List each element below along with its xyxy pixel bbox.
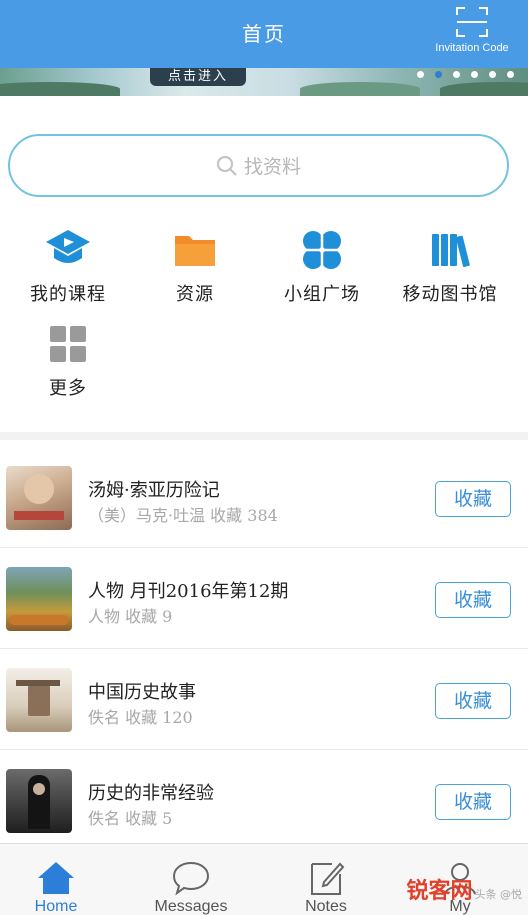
book-cover xyxy=(6,668,72,732)
scan-icon xyxy=(455,6,489,38)
list-item[interactable]: 人物 月刊2016年第12期 人物 收藏 9 收藏 xyxy=(0,549,528,649)
banner-pager xyxy=(417,71,514,78)
chat-icon xyxy=(171,858,211,898)
search-placeholder: 找资料 xyxy=(243,156,301,178)
item-title: 人物 月刊2016年第12期 xyxy=(88,581,289,602)
banner-carousel[interactable]: 点击进入 xyxy=(0,68,528,96)
item-meta: 佚名 收藏 120 xyxy=(88,708,193,727)
pager-dot[interactable] xyxy=(471,71,478,78)
grid-label: 资源 xyxy=(176,284,214,305)
note-icon xyxy=(306,858,346,898)
item-title: 历史的非常经验 xyxy=(88,783,214,804)
tab-label: Home xyxy=(34,898,78,915)
course-icon xyxy=(44,226,92,274)
pager-dot[interactable] xyxy=(489,71,496,78)
bottom-tab-bar: Home Messages Notes My 锐客网 头条 @悦 xyxy=(0,843,528,915)
list-item[interactable]: 汤姆·索亚历险记 （美）马克·吐温 收藏 384 收藏 xyxy=(0,448,528,548)
book-cover xyxy=(6,567,72,631)
folder-icon xyxy=(171,226,219,274)
banner-enter-button[interactable]: 点击进入 xyxy=(150,68,246,86)
book-cover xyxy=(6,466,72,530)
pager-dot[interactable] xyxy=(453,71,460,78)
favorite-button[interactable]: 收藏 xyxy=(435,683,511,719)
library-icon xyxy=(426,226,474,274)
item-title: 汤姆·索亚历险记 xyxy=(88,480,220,501)
search-input[interactable]: 找资料 xyxy=(8,134,509,197)
favorite-button[interactable]: 收藏 xyxy=(435,582,511,618)
grid-item-resources[interactable]: 资源 xyxy=(129,226,261,306)
grid-item-more[interactable]: 更多 xyxy=(2,320,134,400)
section-divider xyxy=(0,432,528,440)
favorite-button[interactable]: 收藏 xyxy=(435,784,511,820)
list-item[interactable]: 历史的非常经验 佚名 收藏 5 收藏 xyxy=(0,751,528,851)
tab-messages[interactable]: Messages xyxy=(125,844,257,915)
favorite-button[interactable]: 收藏 xyxy=(435,481,511,517)
list-item[interactable]: 中国历史故事 佚名 收藏 120 收藏 xyxy=(0,650,528,750)
tab-label: Notes xyxy=(305,898,347,915)
tab-label: Messages xyxy=(154,898,228,915)
item-title: 中国历史故事 xyxy=(88,682,196,703)
invitation-code-button[interactable]: Invitation Code xyxy=(430,6,514,54)
search-icon xyxy=(216,155,237,176)
grid-label: 更多 xyxy=(49,378,87,399)
more-grid-icon xyxy=(44,320,92,368)
item-meta: 佚名 收藏 5 xyxy=(88,809,173,828)
grid-item-my-courses[interactable]: 我的课程 xyxy=(2,226,134,306)
pager-dot[interactable] xyxy=(507,71,514,78)
item-meta: 人物 收藏 9 xyxy=(88,607,173,626)
group-icon xyxy=(298,226,346,274)
grid-item-mobile-library[interactable]: 移动图书馆 xyxy=(384,226,516,306)
pager-dot-active[interactable] xyxy=(435,71,442,78)
grid-item-group-square[interactable]: 小组广场 xyxy=(256,226,388,306)
home-icon xyxy=(36,858,76,898)
invitation-code-label: Invitation Code xyxy=(435,42,509,54)
tab-notes[interactable]: Notes xyxy=(260,844,392,915)
book-cover xyxy=(6,769,72,833)
grid-label: 移动图书馆 xyxy=(402,284,498,305)
grid-label: 小组广场 xyxy=(284,284,360,305)
grid-label: 我的课程 xyxy=(30,284,106,305)
pager-dot[interactable] xyxy=(417,71,424,78)
item-meta: （美）马克·吐温 收藏 384 xyxy=(88,506,278,525)
tab-home[interactable]: Home xyxy=(0,844,122,915)
top-bar: 首页 Invitation Code xyxy=(0,0,528,68)
watermark-logo: 锐客网 头条 @悦 xyxy=(406,879,522,904)
